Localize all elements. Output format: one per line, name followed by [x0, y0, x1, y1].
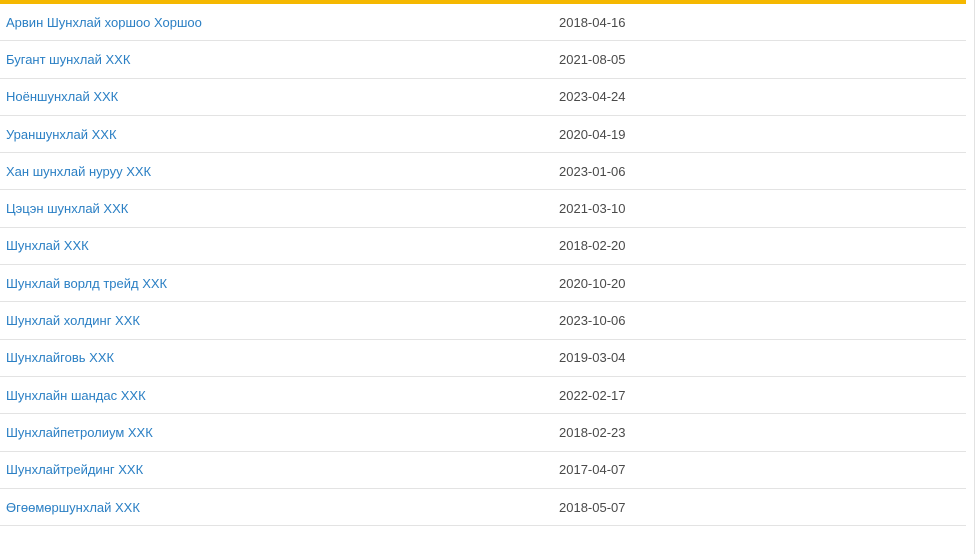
company-name-link[interactable]: Ноёншунхлай ХХК: [0, 89, 559, 104]
registration-date: 2023-10-06: [559, 313, 626, 329]
registration-date: 2023-04-24: [559, 89, 626, 105]
registration-date: 2018-04-16: [559, 14, 626, 30]
registration-date: 2021-08-05: [559, 51, 626, 67]
company-name-link[interactable]: Бугант шунхлай ХХК: [0, 52, 559, 67]
registration-date: 2017-04-07: [559, 462, 626, 478]
table-row: Өгөөмөршунхлай ХХК 2018-05-07: [0, 489, 966, 527]
registration-date: 2021-03-10: [559, 201, 626, 217]
table-row: Шунхлай холдинг ХХК 2023-10-06: [0, 302, 966, 340]
table-row: Бугант шунхлай ХХК 2021-08-05: [0, 41, 966, 79]
company-name-link[interactable]: Цэцэн шунхлай ХХК: [0, 201, 559, 216]
page: Арвин Шунхлай хоршоо Хоршоо 2018-04-16 Б…: [0, 0, 975, 554]
table-row: Шунхлайговь ХХК 2019-03-04: [0, 340, 966, 377]
company-name-link[interactable]: Шунхлай ворлд трейд ХХК: [0, 276, 559, 291]
registration-date: 2022-02-17: [559, 387, 626, 403]
table-row: Арвин Шунхлай хоршоо Хоршоо 2018-04-16: [0, 4, 966, 42]
company-name-link[interactable]: Арвин Шунхлай хоршоо Хоршоо: [0, 15, 559, 30]
table-row: Шунхлайпетролиум ХХК 2018-02-23: [0, 414, 966, 452]
registration-date: 2019-03-04: [559, 350, 626, 366]
table-row: Ураншунхлай ХХК 2020-04-19: [0, 116, 966, 154]
registration-date: 2018-02-20: [559, 238, 626, 254]
registration-date: 2020-10-20: [559, 275, 626, 291]
table-row: Шунхлайтрейдинг ХХК 2017-04-07: [0, 452, 966, 489]
company-name-link[interactable]: Ураншунхлай ХХК: [0, 127, 559, 142]
table-row: Шунхлай ХХК 2018-02-20: [0, 228, 966, 266]
company-name-link[interactable]: Хан шунхлай нуруу ХХК: [0, 164, 559, 179]
table-row: Ноёншунхлай ХХК 2023-04-24: [0, 79, 966, 116]
company-name-link[interactable]: Шунхлайпетролиум ХХК: [0, 425, 559, 440]
registration-date: 2018-05-07: [559, 499, 626, 515]
registration-date: 2020-04-19: [559, 126, 626, 142]
table-row: Шунхлайн шандас ХХК 2022-02-17: [0, 377, 966, 415]
table-row: Хан шунхлай нуруу ХХК 2023-01-06: [0, 153, 966, 191]
registration-date: 2018-02-23: [559, 424, 626, 440]
table-row: Цэцэн шунхлай ХХК 2021-03-10: [0, 190, 966, 228]
table-row: Шунхлай ворлд трейд ХХК 2020-10-20: [0, 265, 966, 303]
company-name-link[interactable]: Шунхлай холдинг ХХК: [0, 313, 559, 328]
company-name-link[interactable]: Шунхлайговь ХХК: [0, 350, 559, 365]
company-name-link[interactable]: Шунхлайтрейдинг ХХК: [0, 462, 559, 477]
company-table: Арвин Шунхлай хоршоо Хоршоо 2018-04-16 Б…: [0, 4, 966, 527]
company-name-link[interactable]: Шунхлай ХХК: [0, 238, 559, 253]
company-name-link[interactable]: Өгөөмөршунхлай ХХК: [0, 500, 559, 515]
registration-date: 2023-01-06: [559, 163, 626, 179]
company-name-link[interactable]: Шунхлайн шандас ХХК: [0, 388, 559, 403]
